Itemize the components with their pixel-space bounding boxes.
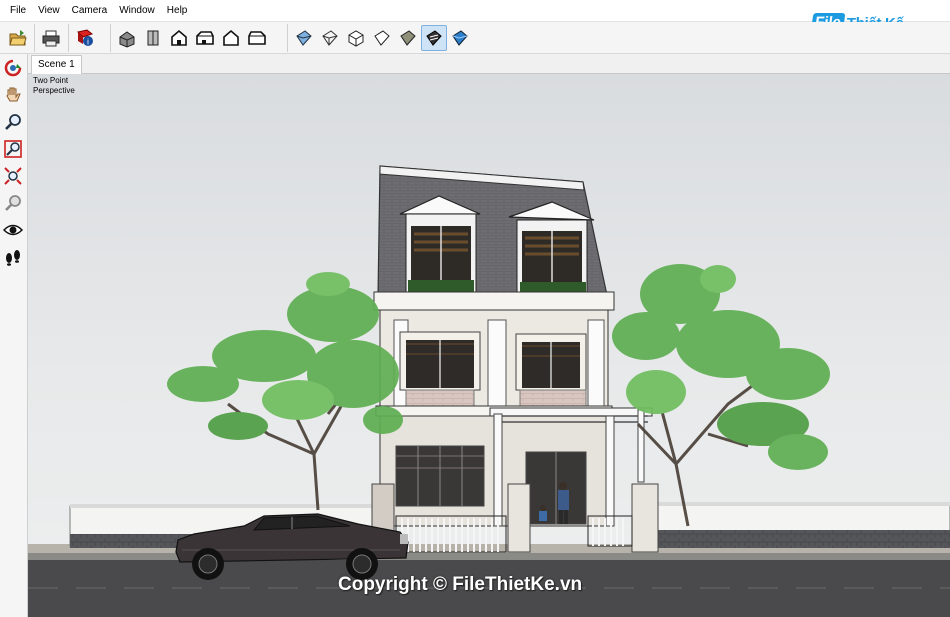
house [371, 165, 659, 553]
camera-type-label: Two Point Perspective [33, 76, 75, 96]
camera-label-line2: Perspective [33, 86, 75, 95]
toolbar-group-styles [287, 24, 473, 52]
zoom-icon[interactable] [0, 109, 26, 135]
active-style-icon[interactable] [447, 25, 473, 51]
menu-bar: File View Camera Window Help [0, 0, 950, 22]
toolbar-group-file [2, 24, 31, 52]
left-view-icon[interactable] [244, 25, 270, 51]
shaded-textures-style-icon[interactable] [395, 25, 421, 51]
svg-text:i: i [87, 38, 89, 47]
main-toolbar: i [0, 22, 950, 54]
camera-label-line1: Two Point [33, 76, 69, 85]
top-view-icon[interactable] [140, 25, 166, 51]
look-around-icon[interactable] [0, 217, 26, 243]
front-view-icon[interactable] [166, 25, 192, 51]
menu-camera[interactable]: Camera [66, 0, 114, 22]
pan-icon[interactable] [0, 82, 26, 108]
model-viewport[interactable]: Two Point Perspective Copyright © FileTh… [28, 74, 950, 617]
zoom-window-icon[interactable] [0, 136, 26, 162]
wireframe-style-icon[interactable] [317, 25, 343, 51]
back-view-icon[interactable] [218, 25, 244, 51]
print-icon[interactable] [38, 25, 64, 51]
toolbar-group-views [110, 24, 270, 52]
open-file-icon[interactable] [5, 25, 31, 51]
curb [28, 552, 950, 560]
orbit-icon[interactable] [0, 55, 26, 81]
toolbar-group-print [34, 24, 64, 52]
shaded-style-icon[interactable] [369, 25, 395, 51]
tab-scene-1[interactable]: Scene 1 [31, 55, 82, 74]
menu-view[interactable]: View [32, 0, 66, 22]
copyright-watermark: Copyright © FileThietKe.vn [338, 574, 583, 595]
zoom-extents-icon[interactable] [0, 163, 26, 189]
model-info-icon[interactable]: i [72, 25, 98, 51]
xray-style-icon[interactable] [291, 25, 317, 51]
menu-window[interactable]: Window [113, 0, 161, 22]
menu-file[interactable]: File [4, 0, 32, 22]
toolbar-group-info: i [68, 24, 98, 52]
camera-toolbar [0, 54, 28, 617]
right-view-icon[interactable] [192, 25, 218, 51]
scene-tabs: Scene 1 [28, 54, 950, 74]
left-tree [167, 272, 403, 511]
menu-help[interactable]: Help [161, 0, 194, 22]
hidden-line-style-icon[interactable] [343, 25, 369, 51]
previous-view-icon[interactable] [0, 190, 26, 216]
walk-icon[interactable] [0, 244, 26, 270]
house-model-render [28, 165, 950, 617]
iso-view-icon[interactable] [114, 25, 140, 51]
monochrome-style-icon[interactable] [421, 25, 447, 51]
